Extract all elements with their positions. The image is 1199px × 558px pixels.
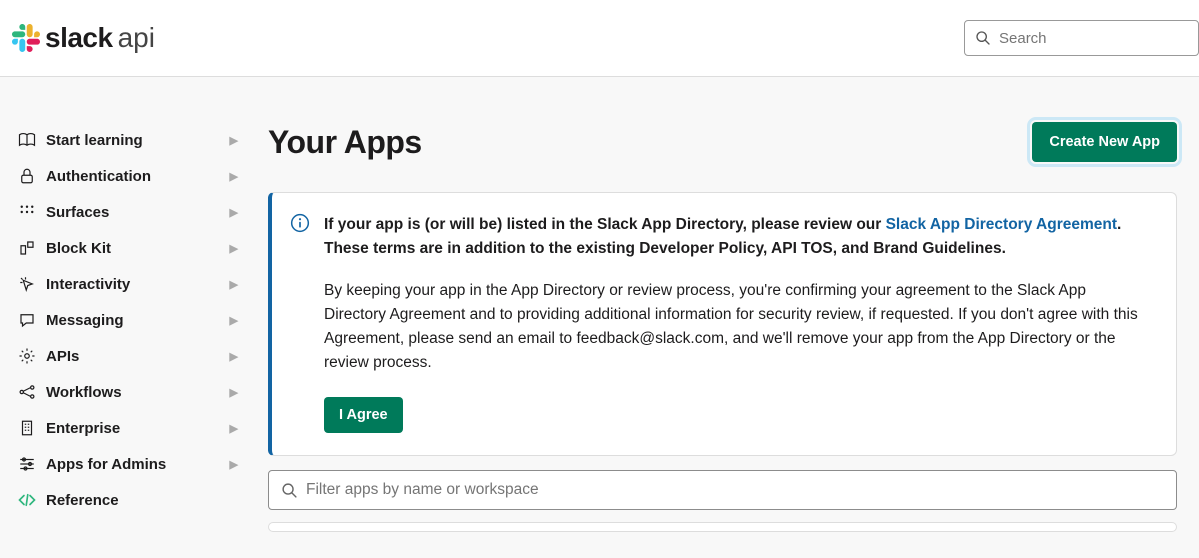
chevron-right-icon: ▶ — [230, 134, 238, 147]
logo-text-bold: slack — [45, 22, 113, 54]
sidebar-label: Reference — [46, 492, 119, 509]
chat-icon — [18, 311, 46, 329]
sidebar-label: Workflows — [46, 384, 122, 401]
slack-logo-mark — [12, 24, 40, 52]
sidebar-label: Block Kit — [46, 240, 111, 257]
sidebar-item-surfaces[interactable]: Surfaces ▶ — [18, 194, 246, 230]
grid-icon — [18, 203, 46, 221]
sidebar-label: Start learning — [46, 132, 143, 149]
sidebar-label: Interactivity — [46, 276, 130, 293]
sidebar-item-reference[interactable]: Reference — [18, 482, 246, 518]
code-icon — [18, 491, 46, 509]
info-icon — [290, 213, 310, 233]
search-icon — [281, 482, 298, 499]
chevron-right-icon: ▶ — [230, 242, 238, 255]
sidebar-item-messaging[interactable]: Messaging ▶ — [18, 302, 246, 338]
sidebar: Start learning ▶ Authentication ▶ Surfac… — [8, 122, 246, 532]
sidebar-item-start-learning[interactable]: Start learning ▶ — [18, 122, 246, 158]
sidebar-item-apps-for-admins[interactable]: Apps for Admins ▶ — [18, 446, 246, 482]
main-content: Your Apps Create New App If your app is … — [246, 122, 1199, 532]
sidebar-item-authentication[interactable]: Authentication ▶ — [18, 158, 246, 194]
chevron-right-icon: ▶ — [230, 350, 238, 363]
chevron-right-icon: ▶ — [230, 278, 238, 291]
directory-agreement-link[interactable]: Slack App Directory Agreement — [886, 216, 1117, 233]
directory-agreement-notice: If your app is (or will be) listed in th… — [268, 192, 1177, 456]
notice-paragraph-1: If your app is (or will be) listed in th… — [324, 213, 1151, 261]
sliders-icon — [18, 455, 46, 473]
block-icon — [18, 239, 46, 257]
filter-apps-input[interactable] — [306, 481, 1164, 499]
top-bar: slack api — [0, 0, 1199, 77]
sidebar-label: Apps for Admins — [46, 456, 166, 473]
search-input[interactable] — [999, 30, 1188, 47]
chevron-right-icon: ▶ — [230, 314, 238, 327]
sidebar-label: Surfaces — [46, 204, 109, 221]
chevron-right-icon: ▶ — [230, 458, 238, 471]
book-icon — [18, 131, 46, 149]
i-agree-button[interactable]: I Agree — [324, 397, 403, 433]
filter-apps-box[interactable] — [268, 470, 1177, 510]
workflow-icon — [18, 383, 46, 401]
sidebar-item-interactivity[interactable]: Interactivity ▶ — [18, 266, 246, 302]
gear-icon — [18, 347, 46, 365]
chevron-right-icon: ▶ — [230, 386, 238, 399]
sidebar-item-enterprise[interactable]: Enterprise ▶ — [18, 410, 246, 446]
sidebar-label: Enterprise — [46, 420, 120, 437]
cursor-click-icon — [18, 275, 46, 293]
sidebar-item-workflows[interactable]: Workflows ▶ — [18, 374, 246, 410]
sidebar-label: Messaging — [46, 312, 124, 329]
chevron-right-icon: ▶ — [230, 206, 238, 219]
sidebar-item-apis[interactable]: APIs ▶ — [18, 338, 246, 374]
lock-icon — [18, 167, 46, 185]
chevron-right-icon: ▶ — [230, 422, 238, 435]
chevron-right-icon: ▶ — [230, 170, 238, 183]
notice-paragraph-2: By keeping your app in the App Directory… — [324, 279, 1151, 375]
logo-text-light: api — [118, 22, 155, 54]
building-icon — [18, 419, 46, 437]
slack-logo[interactable]: slack api — [12, 22, 155, 54]
search-box[interactable] — [964, 20, 1199, 56]
sidebar-label: APIs — [46, 348, 79, 365]
search-icon — [975, 30, 991, 46]
sidebar-label: Authentication — [46, 168, 151, 185]
create-new-app-button[interactable]: Create New App — [1032, 122, 1177, 162]
page-title: Your Apps — [268, 124, 422, 161]
app-card-stub — [268, 522, 1177, 532]
sidebar-item-block-kit[interactable]: Block Kit ▶ — [18, 230, 246, 266]
